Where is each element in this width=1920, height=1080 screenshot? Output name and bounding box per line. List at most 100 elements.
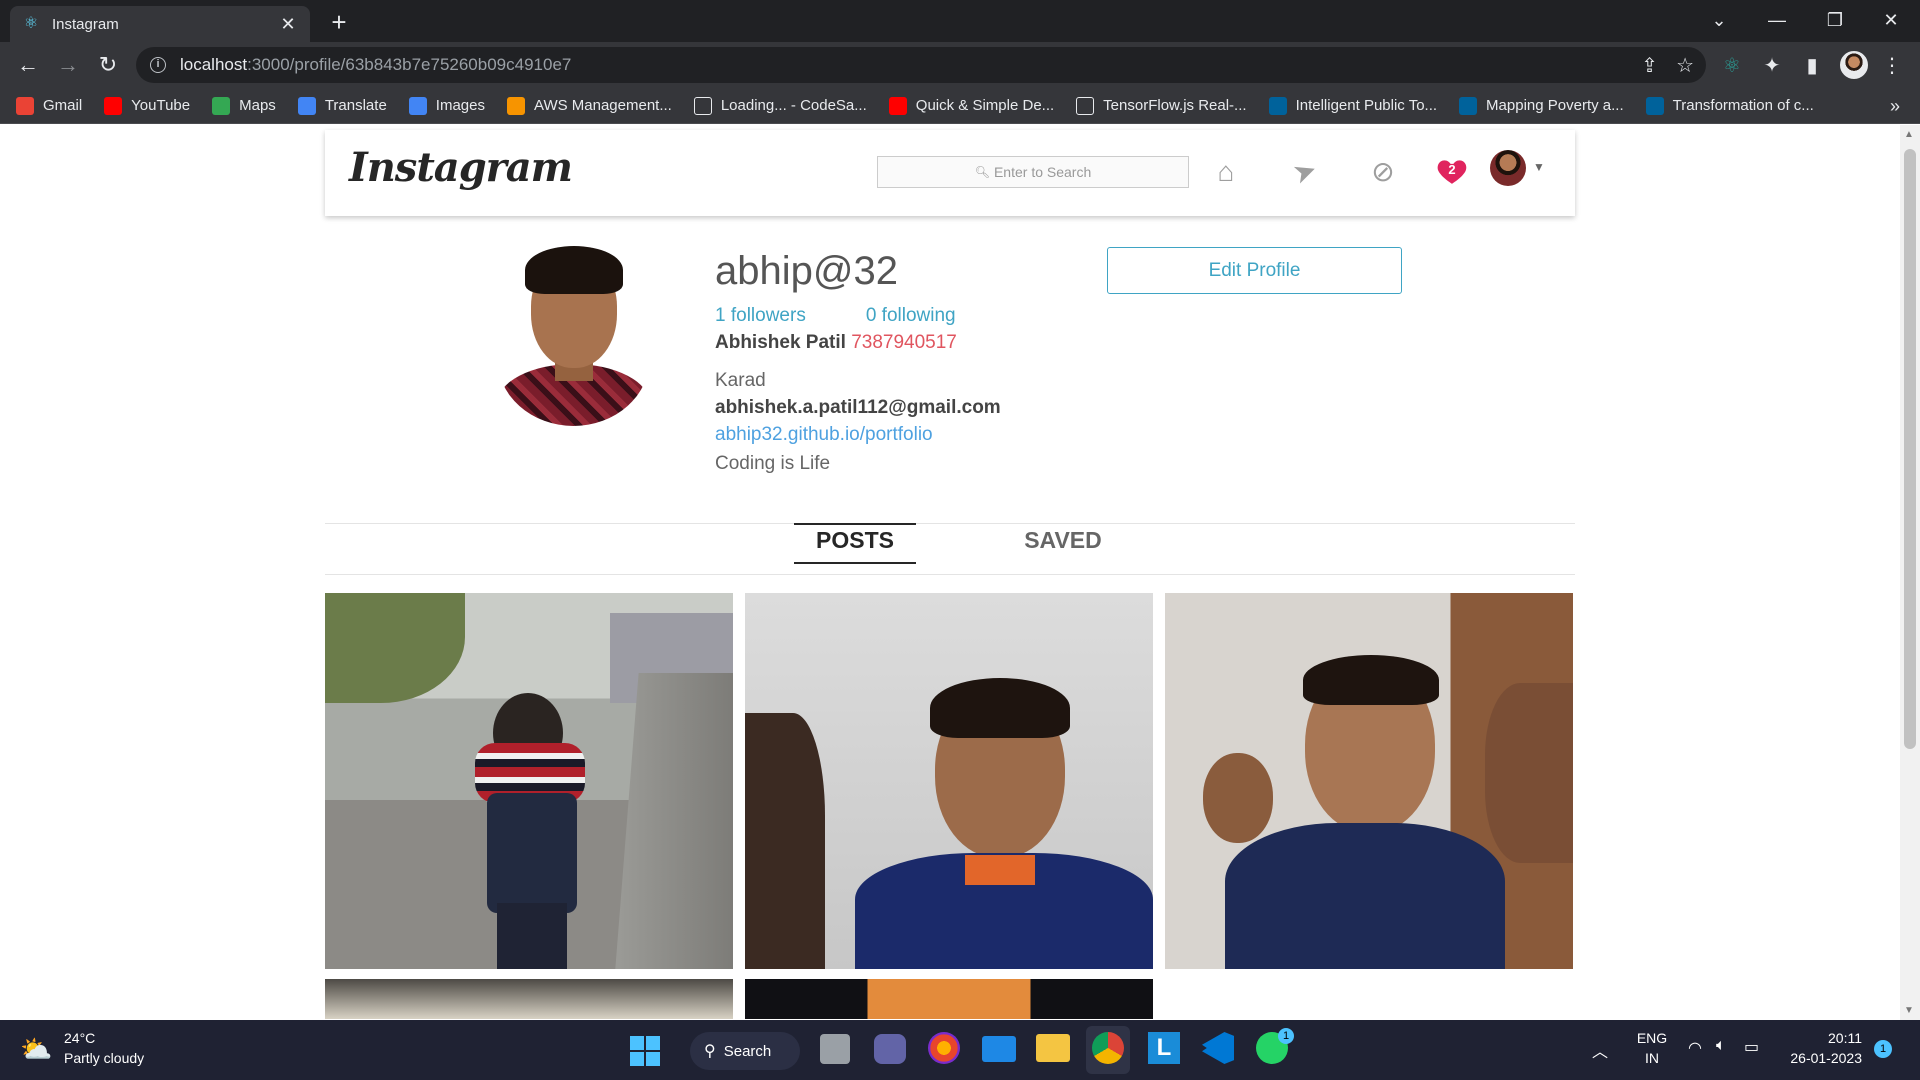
- firefox-icon[interactable]: [928, 1032, 960, 1064]
- post-thumbnail[interactable]: [745, 593, 1153, 969]
- bookmark-star-icon[interactable]: ☆: [1676, 53, 1694, 78]
- profile-phone: 7387940517: [851, 332, 957, 353]
- tab-search-icon[interactable]: ⌄: [1690, 0, 1748, 42]
- taskbar: ⛅ 24°C Partly cloudy ⚲ Search L 1 ︿ ENG …: [0, 1020, 1920, 1080]
- extension-react-icon[interactable]: ⚛: [1718, 52, 1746, 80]
- tab-saved[interactable]: SAVED: [1002, 527, 1124, 564]
- search-icon: ⚲: [704, 1043, 716, 1060]
- browser-tab[interactable]: ⚛ Instagram ✕: [10, 6, 310, 42]
- url-path: :3000/profile/63b843b7e75260b09c4910e7: [247, 55, 572, 74]
- bookmark-item[interactable]: Maps: [212, 96, 276, 115]
- fullname-text: Abhishek Patil: [715, 332, 846, 353]
- youtube-icon: [888, 96, 907, 115]
- edit-profile-button[interactable]: Edit Profile: [1107, 247, 1402, 294]
- google-icon: [408, 96, 427, 115]
- back-icon[interactable]: ←: [12, 49, 44, 81]
- bookmark-item[interactable]: Images: [408, 96, 485, 115]
- bookmark-item[interactable]: Transformation of c...: [1645, 96, 1814, 115]
- chevron-down-icon[interactable]: ▼: [1533, 160, 1545, 174]
- weather-desc: Partly cloudy: [64, 1050, 145, 1066]
- ieee-icon: [1645, 96, 1664, 115]
- share-icon[interactable]: ⇪: [1641, 53, 1658, 78]
- l-app-icon[interactable]: L: [1148, 1032, 1180, 1064]
- bookmark-item[interactable]: Quick & Simple De...: [888, 96, 1055, 115]
- page-scrollbar[interactable]: ▲ ▼: [1900, 125, 1920, 1020]
- clock-time[interactable]: 20:11: [1782, 1030, 1862, 1046]
- bookmark-label: Loading... - CodeSa...: [720, 97, 867, 114]
- file-explorer-icon[interactable]: [1036, 1034, 1070, 1062]
- more-bookmarks-icon[interactable]: »: [1890, 96, 1900, 117]
- language-region[interactable]: IN: [1634, 1050, 1670, 1066]
- weather-icon[interactable]: ⛅: [20, 1034, 56, 1064]
- post-thumbnail[interactable]: [745, 979, 1153, 1019]
- scrollbar-thumb[interactable]: [1904, 149, 1916, 749]
- youtube-icon: [104, 96, 123, 115]
- nav-avatar[interactable]: [1490, 150, 1526, 186]
- page-icon: [1076, 96, 1095, 115]
- tab-posts[interactable]: POSTS: [794, 527, 916, 564]
- new-tab-button[interactable]: +: [325, 8, 353, 36]
- weather-temp: 24°C: [64, 1030, 96, 1046]
- search-placeholder: Enter to Search: [993, 164, 1092, 180]
- forward-icon[interactable]: →: [52, 49, 84, 81]
- profile-city: Karad: [715, 370, 766, 391]
- bookmark-label: Quick & Simple De...: [915, 97, 1055, 114]
- chevron-up-icon[interactable]: ︿: [1592, 1038, 1608, 1062]
- minimize-icon[interactable]: —: [1748, 0, 1806, 42]
- muted-speaker-icon[interactable]: 🔈︎: [1716, 1037, 1726, 1055]
- chrome-icon[interactable]: [1092, 1032, 1124, 1064]
- battery-icon[interactable]: ▭: [1744, 1037, 1759, 1057]
- address-bar[interactable]: i localhost :3000/profile/63b843b7e75260…: [136, 47, 1706, 83]
- close-tab-icon[interactable]: ✕: [278, 14, 298, 35]
- browser-profile-avatar[interactable]: [1840, 51, 1868, 79]
- task-view-icon[interactable]: [820, 1034, 850, 1064]
- profile-username: abhip@32: [715, 249, 898, 293]
- windows-start-icon[interactable]: [630, 1036, 660, 1066]
- post-thumbnail[interactable]: [325, 593, 733, 969]
- post-thumbnail[interactable]: [325, 979, 733, 1019]
- wifi-icon[interactable]: ◠: [1688, 1038, 1702, 1058]
- direct-send-icon[interactable]: ➤: [1282, 149, 1328, 195]
- close-window-icon[interactable]: ✕: [1862, 0, 1920, 42]
- side-panel-icon[interactable]: ▮: [1798, 52, 1826, 80]
- vscode-icon[interactable]: [1202, 1032, 1234, 1064]
- site-info-icon[interactable]: i: [150, 57, 166, 73]
- bookmark-item[interactable]: Translate: [297, 96, 387, 115]
- following-count[interactable]: 0 following: [866, 305, 956, 327]
- bookmark-item[interactable]: TensorFlow.js Real-...: [1076, 96, 1247, 115]
- search-icon: 🔍︎: [974, 165, 990, 179]
- profile-website-link[interactable]: abhip32.github.io/portfolio: [715, 424, 933, 446]
- explore-compass-icon[interactable]: ⊘: [1365, 154, 1401, 190]
- search-input[interactable]: 🔍︎ Enter to Search: [877, 156, 1189, 188]
- home-icon[interactable]: ⌂: [1208, 154, 1244, 190]
- language-code[interactable]: ENG: [1634, 1030, 1670, 1046]
- menu-dots-icon[interactable]: ⋮: [1878, 52, 1906, 80]
- divider: [325, 574, 1575, 575]
- bookmark-label: Translate: [324, 97, 387, 114]
- bookmark-label: Maps: [239, 97, 276, 114]
- followers-count[interactable]: 1 followers: [715, 305, 806, 327]
- active-tab-topline: [794, 523, 916, 525]
- extensions-puzzle-icon[interactable]: ✦: [1758, 52, 1786, 80]
- bookmark-item[interactable]: Intelligent Public To...: [1268, 96, 1438, 115]
- instagram-logo[interactable]: Instagram: [349, 144, 573, 191]
- notification-badge[interactable]: 1: [1874, 1040, 1892, 1058]
- bookmark-item[interactable]: AWS Management...: [507, 96, 672, 115]
- bookmark-item[interactable]: Loading... - CodeSa...: [693, 96, 867, 115]
- taskbar-search-button[interactable]: ⚲ Search: [690, 1032, 800, 1070]
- mail-icon[interactable]: [982, 1036, 1016, 1062]
- bookmark-item[interactable]: YouTube: [104, 96, 190, 115]
- bookmark-item[interactable]: Gmail: [16, 96, 82, 115]
- bookmark-item[interactable]: Mapping Poverty a...: [1459, 96, 1624, 115]
- teams-icon[interactable]: [874, 1034, 906, 1064]
- notifications-heart-icon[interactable]: 2: [1435, 154, 1469, 188]
- post-thumbnail[interactable]: [1165, 593, 1573, 969]
- restore-icon[interactable]: ❐: [1806, 0, 1864, 42]
- reload-icon[interactable]: ↻: [92, 49, 124, 81]
- clock-date[interactable]: 26-01-2023: [1782, 1050, 1862, 1066]
- page-icon: [693, 96, 712, 115]
- aws-icon: [507, 96, 525, 115]
- bookmark-label: Intelligent Public To...: [1295, 97, 1438, 114]
- tab-title: Instagram: [52, 15, 119, 33]
- taskbar-search-label: Search: [723, 1042, 772, 1060]
